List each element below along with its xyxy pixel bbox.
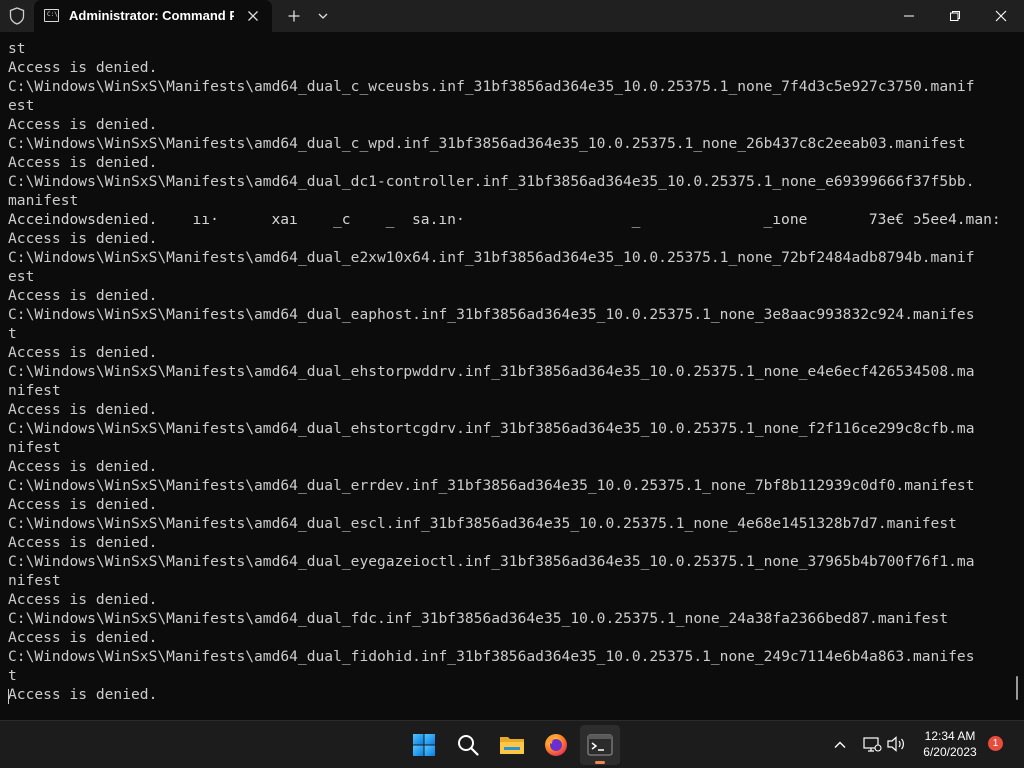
firefox-button[interactable] [536, 725, 576, 765]
close-tab-icon[interactable] [243, 6, 263, 26]
text-cursor [8, 689, 9, 704]
search-icon [458, 735, 479, 756]
console-text: st Access is denied. C:\Windows\WinSxS\Man… [8, 39, 1004, 704]
network-icon[interactable] [862, 734, 882, 754]
console-line: Access is denied. [8, 59, 158, 76]
console-line: t [8, 325, 17, 342]
console-line: Access is denied. [8, 629, 158, 646]
shield-icon [8, 6, 26, 26]
console-line: C:\Windows\WinSxS\Manifests\amd64_dual_e… [8, 515, 957, 532]
show-hidden-icons-button[interactable] [830, 735, 850, 755]
terminal-output-area[interactable]: st Access is denied. C:\Windows\WinSxS\Man… [0, 32, 1024, 720]
console-line: nifest [8, 572, 61, 589]
maximize-icon [950, 11, 960, 21]
console-line: C:\Windows\WinSxS\Manifests\amd64_dual_e… [8, 363, 975, 380]
console-line: st [8, 40, 26, 57]
chevron-up-icon [834, 741, 846, 748]
console-line: C:\Windows\WinSxS\Manifests\amd64_dual_d… [8, 173, 975, 190]
console-line: Access is denied. [8, 154, 158, 171]
console-line: C:\Windows\WinSxS\Manifests\amd64_dual_e… [8, 553, 975, 570]
console-line: C:\Windows\WinSxS\Manifests\amd64_dual_e… [8, 306, 975, 323]
console-line: nifest [8, 382, 61, 399]
console-line: est [8, 268, 35, 285]
file-explorer-button[interactable] [492, 725, 532, 765]
active-app-indicator [595, 761, 605, 764]
firefox-icon [545, 734, 567, 756]
terminal-icon [587, 734, 613, 756]
console-line: C:\Windows\WinSxS\Manifests\amd64_dual_e… [8, 477, 975, 494]
terminal-taskbar-button[interactable] [580, 725, 620, 765]
console-line: Access is denied. [8, 496, 158, 513]
tab-command-prompt[interactable]: C:\ Administrator: Command Prompt [34, 0, 272, 32]
minimize-icon [904, 15, 914, 17]
volume-icon[interactable] [886, 734, 906, 754]
console-line: t [8, 667, 17, 684]
console-line: Access is denied. [8, 401, 158, 418]
close-icon [995, 10, 1007, 22]
minimize-button[interactable] [886, 0, 932, 32]
console-line: Acceindowsdenied. ıı· ⅹaı _c _ sa.ın· _ … [8, 211, 1004, 228]
console-line: est [8, 97, 35, 114]
cmd-icon: C:\ [44, 9, 59, 22]
console-line: C:\Windows\WinSxS\Manifests\amd64_dual_f… [8, 648, 975, 665]
console-line: Access is denied. [8, 458, 158, 475]
console-line: Access is denied. [8, 344, 158, 361]
console-line: C:\Windows\WinSxS\Manifests\amd64_dual_c… [8, 135, 966, 152]
console-line: Access is denied. [8, 534, 158, 551]
console-line: Access is denied. [8, 686, 158, 703]
file-explorer-icon [500, 737, 524, 754]
taskbar-search-button[interactable] [448, 725, 488, 765]
start-icon [413, 734, 435, 756]
console-line: manifest [8, 192, 79, 209]
console-line: C:\Windows\WinSxS\Manifests\amd64_dual_e… [8, 420, 975, 437]
title-bar: C:\ Administrator: Command Prompt [0, 0, 1024, 32]
clock-time: 12:34 AM [924, 729, 976, 743]
taskbar: 12:34 AM 6/20/2023 1 [0, 720, 1024, 768]
console-line: C:\Windows\WinSxS\Manifests\amd64_dual_e… [8, 249, 975, 266]
scrollbar-thumb[interactable] [1016, 676, 1018, 700]
console-line: Access is denied. [8, 230, 158, 247]
tab-title: Administrator: Command Prompt [69, 8, 234, 23]
console-line: C:\Windows\WinSxS\Manifests\amd64_dual_f… [8, 610, 949, 627]
new-tab-icon[interactable] [283, 5, 305, 27]
maximize-button[interactable] [932, 0, 978, 32]
console-line: Access is denied. [8, 287, 158, 304]
console-line: nifest [8, 439, 61, 456]
console-line: Access is denied. [8, 116, 158, 133]
notification-badge[interactable]: 1 [988, 736, 1003, 751]
clock-date: 6/20/2023 [923, 745, 977, 759]
console-line: Access is denied. [8, 591, 158, 608]
chevron-down-icon[interactable] [312, 5, 334, 27]
close-button[interactable] [978, 0, 1024, 32]
start-button[interactable] [404, 725, 444, 765]
console-line: C:\Windows\WinSxS\Manifests\amd64_dual_c… [8, 78, 975, 95]
system-clock[interactable]: 12:34 AM 6/20/2023 [912, 728, 988, 760]
